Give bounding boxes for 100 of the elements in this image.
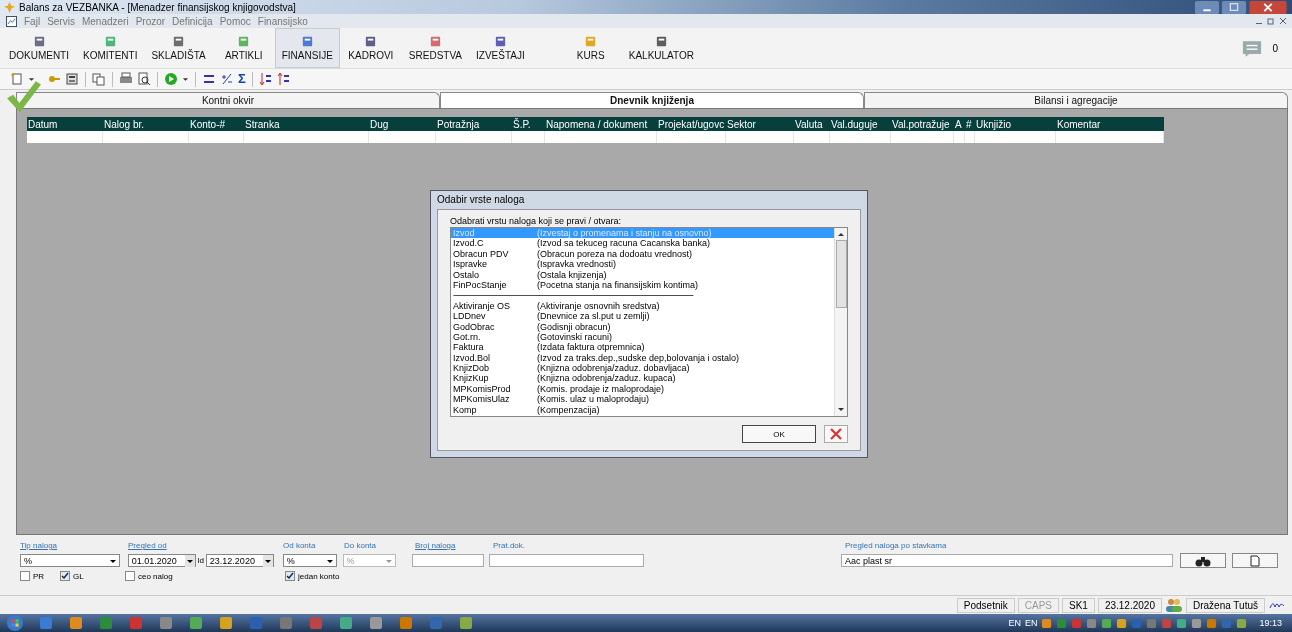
menu-item[interactable]: Finansijsko <box>257 15 308 27</box>
list-item[interactable]: MPKomisUlaz (Komis. ulaz u maloprodaju) <box>451 394 834 405</box>
tray-icon[interactable] <box>1071 617 1083 629</box>
order-number-field[interactable] <box>412 554 485 567</box>
column-header[interactable]: Napomena / dokument <box>545 118 657 130</box>
app-icon[interactable] <box>128 615 144 631</box>
app-icon[interactable] <box>38 615 54 631</box>
column-header[interactable]: Datum <box>27 118 103 130</box>
sort-descending-icon[interactable] <box>258 72 273 86</box>
module-button[interactable]: SREDSTVA <box>401 28 470 68</box>
list-item[interactable]: FinPocStanje (Pocetna stanja na finansijskim kontima) <box>451 279 834 291</box>
list-item[interactable]: Izvod.C (Izvod sa tekuceg racuna Cacanska banka) <box>451 238 834 249</box>
clock[interactable]: 19:13 <box>1259 618 1282 628</box>
column-header[interactable]: Val.duguje <box>830 118 891 130</box>
caret-icon[interactable] <box>184 554 195 567</box>
column-header[interactable]: Sektor <box>726 118 794 130</box>
printer-icon[interactable] <box>119 72 133 86</box>
column-header[interactable]: Stranka <box>244 118 369 130</box>
account-dropdown[interactable]: % <box>282 554 337 567</box>
restore-icon[interactable] <box>1266 16 1276 26</box>
calculator-icon[interactable] <box>65 72 79 86</box>
cancel-button[interactable] <box>824 425 848 443</box>
module-button[interactable]: FINANSIJE <box>274 28 340 68</box>
tray-icon[interactable] <box>1161 617 1173 629</box>
list-item[interactable]: Izvod.Bol (Izvod za traks.dep.,sudske dep,bolovanja i ostalo) <box>451 352 834 364</box>
menu-item[interactable]: Prozor <box>135 15 166 27</box>
app-icon[interactable] <box>458 615 474 631</box>
app-icon[interactable] <box>188 615 204 631</box>
scroll-down-icon[interactable] <box>837 407 845 413</box>
list-item[interactable]: Got.rn. (Gotovinski racuni) <box>451 331 834 343</box>
field-label[interactable]: Pregled od <box>128 541 283 550</box>
tray-icon[interactable] <box>1176 617 1188 629</box>
new-document-button[interactable] <box>1232 553 1278 568</box>
tab[interactable]: Kontni okvir <box>16 92 440 108</box>
numbers-icon[interactable] <box>202 72 216 86</box>
column-header[interactable]: Nalog br. <box>103 118 189 130</box>
column-header[interactable]: Valuta <box>794 118 830 130</box>
list-item[interactable]: MPKomisProd (Komis. prodaje iz maloprodaje) <box>451 383 834 395</box>
list-item[interactable]: Komp (Kompenzacija) <box>451 404 834 416</box>
language-indicator[interactable]: EN <box>1008 618 1021 628</box>
list-item[interactable]: GodObrac (Godisnji obracun) <box>451 321 834 332</box>
tray-icon[interactable] <box>1206 617 1218 629</box>
list-item[interactable]: KnjizDob (Knjizna odobrenja/zaduz. dobavljaca) <box>451 363 834 374</box>
tray-icon[interactable] <box>1041 617 1053 629</box>
checkbox[interactable]: jedan konto <box>285 571 340 581</box>
scrollbar[interactable] <box>834 228 847 416</box>
tab[interactable]: Bilansi i agregacije <box>864 92 1288 108</box>
tray-icon[interactable] <box>1101 617 1113 629</box>
list-item[interactable]: Ispravke (Ispravka vrednosti) <box>451 259 834 270</box>
field-label[interactable]: Tip naloga <box>20 541 128 550</box>
document-field[interactable] <box>489 554 645 567</box>
module-button[interactable]: DOKUMENTI <box>2 28 76 68</box>
module-button[interactable]: KOMITENTI <box>76 28 145 68</box>
menu-item[interactable]: Menadzeri <box>81 15 129 27</box>
app-icon[interactable] <box>338 615 354 631</box>
tray-icon[interactable] <box>1086 617 1098 629</box>
reminder-button[interactable]: Podsetnik <box>956 597 1015 613</box>
column-header[interactable]: Komentar <box>1056 118 1164 130</box>
checkbox[interactable]: PR <box>20 571 60 581</box>
caret-icon[interactable] <box>262 554 273 567</box>
app-icon[interactable] <box>158 615 174 631</box>
tray-icon[interactable] <box>1146 617 1158 629</box>
copy-icon[interactable] <box>92 72 106 86</box>
type-dropdown[interactable]: % <box>20 554 120 567</box>
tray-icon[interactable] <box>1236 617 1248 629</box>
checkbox[interactable]: ceo nalog <box>125 571 285 581</box>
app-icon[interactable] <box>98 615 114 631</box>
column-header[interactable]: Dug <box>369 118 436 130</box>
sum-icon[interactable]: Σ <box>238 72 246 86</box>
column-header[interactable]: # <box>965 118 975 130</box>
ok-button[interactable]: OK <box>742 425 816 443</box>
date-field[interactable]: 23.12.2020 <box>205 554 274 567</box>
list-item[interactable]: Obracun PDV (Obracun poreza na dodoatu vrednost) <box>451 248 834 260</box>
play-icon[interactable] <box>164 72 178 86</box>
app-icon[interactable] <box>398 615 414 631</box>
checkbox[interactable]: GL <box>60 571 125 581</box>
close-icon[interactable] <box>1278 16 1288 26</box>
module-button[interactable]: KALKULATOR <box>621 28 701 68</box>
module-button[interactable]: ARTIKLI <box>212 28 275 68</box>
menu-item[interactable]: Definicija <box>172 15 213 27</box>
tray-icon[interactable] <box>1191 617 1203 629</box>
start-button[interactable] <box>6 614 24 632</box>
scroll-up-icon[interactable] <box>837 231 845 237</box>
field-label[interactable]: Broj naloga <box>415 541 493 550</box>
app-icon[interactable] <box>68 615 84 631</box>
menu-item[interactable]: Servis <box>47 15 75 27</box>
module-button[interactable]: IZVEŠTAJI <box>469 28 532 68</box>
tab[interactable]: Dnevnik knjiženja <box>440 92 864 108</box>
list-item[interactable]: Faktura (Izdata faktura otpremnica) <box>451 342 834 353</box>
date-field[interactable]: 01.01.2020 <box>127 554 196 567</box>
module-button[interactable]: KADROVI <box>339 28 402 68</box>
minimize-icon[interactable] <box>1194 0 1220 14</box>
language-indicator[interactable]: EN <box>1024 618 1038 628</box>
plus-minus-icon[interactable] <box>220 72 234 86</box>
list-item[interactable]: LDDnev (Dnevnice za sl.put u zemlji) <box>451 311 834 322</box>
module-button[interactable]: KURS <box>559 28 622 68</box>
search-button[interactable] <box>1180 553 1227 568</box>
list-item[interactable]: Aktiviranje OS (Aktiviranje osnovnih sredstva) <box>451 300 834 312</box>
module-button[interactable]: SKLADIŠTA <box>144 28 213 68</box>
column-header[interactable]: Potražnja <box>436 118 512 130</box>
